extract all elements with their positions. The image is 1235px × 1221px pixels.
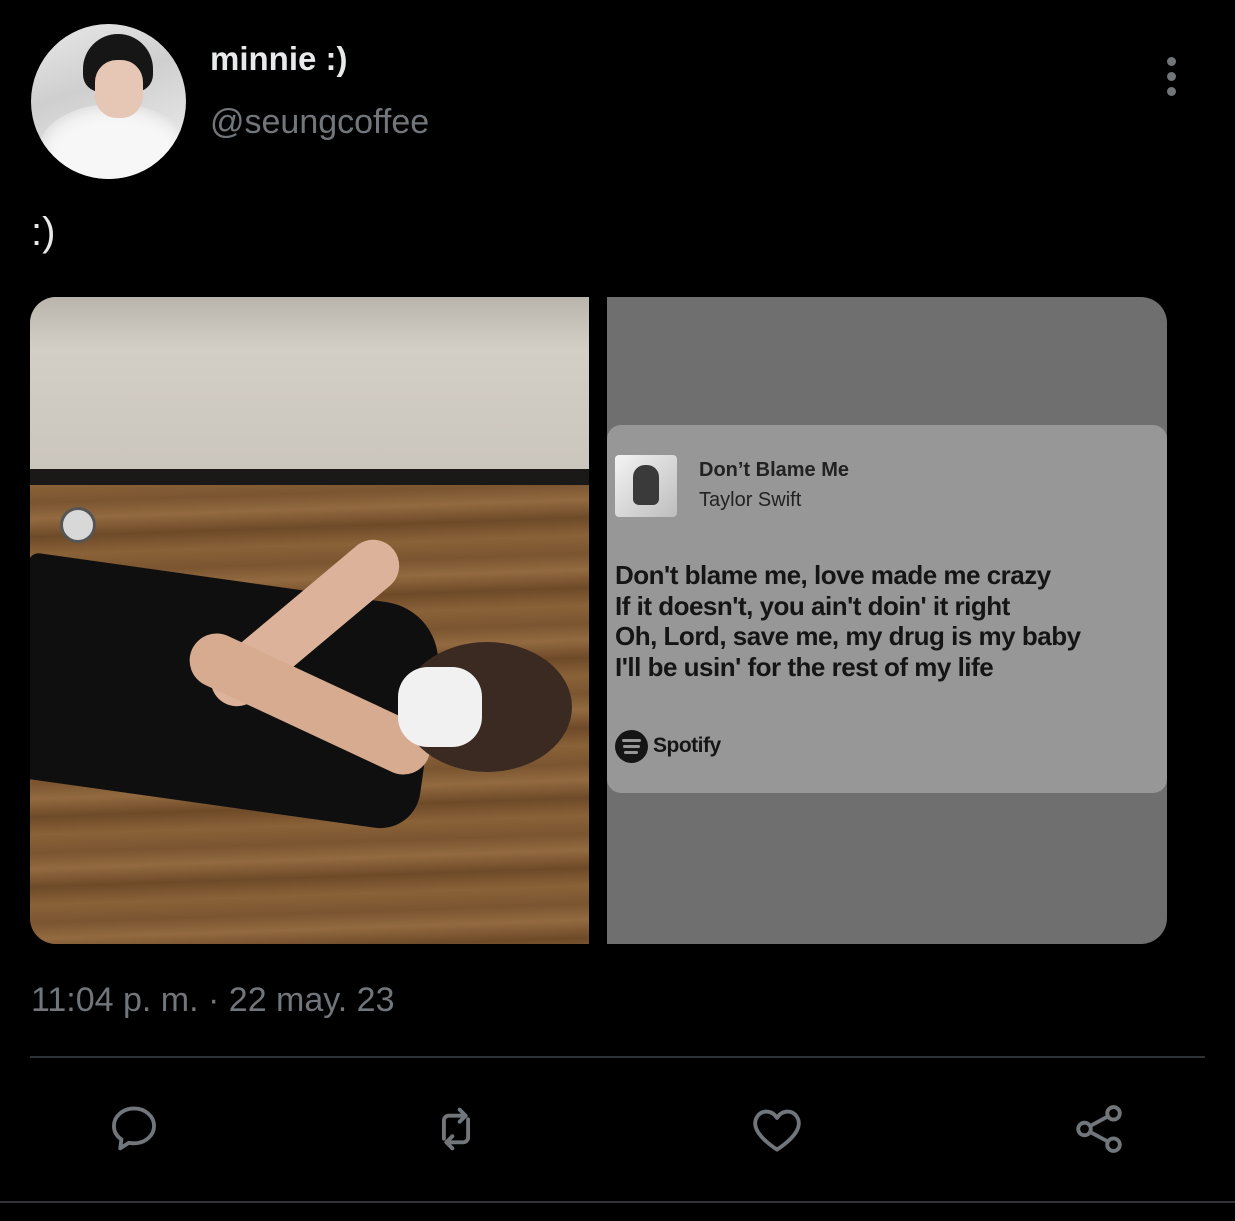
divider — [30, 1056, 1205, 1058]
divider — [0, 1201, 1235, 1203]
reply-button[interactable] — [105, 1100, 163, 1158]
display-name[interactable]: minnie :) — [210, 40, 348, 78]
user-handle[interactable]: @seungcoffee — [210, 103, 429, 142]
song-title: Don’t Blame Me — [699, 459, 850, 481]
like-button[interactable] — [748, 1100, 806, 1158]
share-button[interactable] — [1070, 1100, 1128, 1158]
lyric-card-attachment[interactable]: Don’t Blame Me Taylor Swift Don't blame … — [607, 297, 1167, 944]
tweet-timestamp[interactable]: 11:04 p. m. · 22 may. 23 — [31, 981, 394, 1020]
retweet-button[interactable] — [427, 1100, 485, 1158]
more-options-icon[interactable] — [1150, 54, 1194, 98]
avatar[interactable] — [31, 24, 186, 179]
spotify-brand: Spotify — [615, 729, 721, 763]
reply-icon — [112, 1106, 156, 1151]
photo-chair-wheel — [60, 507, 96, 543]
lyric-card: Don’t Blame Me Taylor Swift Don't blame … — [607, 425, 1167, 793]
tweet-text: :) — [31, 210, 56, 254]
lyric-line: Oh, Lord, save me, my drug is my baby — [615, 621, 1081, 651]
share-icon — [1076, 1105, 1122, 1153]
photo-wall — [30, 297, 589, 472]
lyric-line: Don't blame me, love made me crazy — [615, 560, 1051, 590]
photo-attachment[interactable] — [30, 297, 589, 944]
spotify-label: Spotify — [653, 734, 721, 757]
lyric-line: I'll be usin' for the rest of my life — [615, 651, 994, 682]
photo-baseboard — [30, 469, 589, 485]
avatar-face — [95, 60, 143, 118]
lyrics: Don't blame me, love made me crazy If it… — [615, 560, 1081, 682]
retweet-icon — [441, 1107, 471, 1151]
song-artist: Taylor Swift — [699, 489, 802, 511]
album-cover — [615, 455, 677, 517]
photo-person-mask — [398, 667, 482, 747]
spotify-icon — [615, 729, 648, 763]
lyric-line: If it doesn't, you ain't doin' it right — [615, 590, 1010, 621]
like-icon — [753, 1109, 801, 1152]
media-gallery: Don’t Blame Me Taylor Swift Don't blame … — [30, 297, 1167, 944]
